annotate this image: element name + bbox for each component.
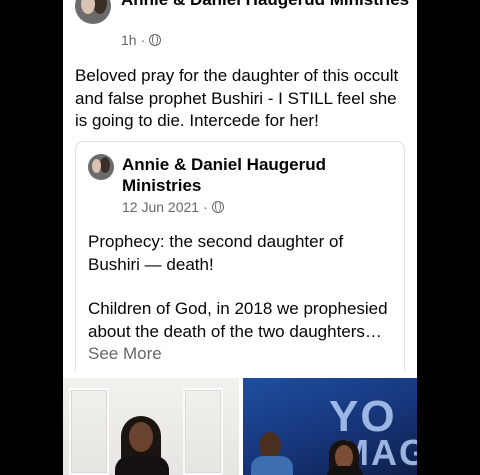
shared-post-meta: 12 Jun 2021 · [122,199,224,215]
shared-paragraph-2: Children of God, in 2018 we prophesied a… [88,298,398,366]
shared-paragraph-1: Prophecy: the second daughter of Bushiri… [88,232,344,274]
post-meta: 1h · [121,32,162,48]
shared-post-date[interactable]: 12 Jun 2021 [122,199,199,215]
author-name[interactable]: Annie & Daniel Haugerud Ministries [121,0,411,10]
meta-separator: · [203,199,208,215]
photo-grid: YO MAG [63,378,417,475]
photo-woman-portrait[interactable] [63,378,239,475]
post-time[interactable]: 1h [121,32,137,48]
photo-stage[interactable]: YO MAG [243,378,417,475]
shared-author-name[interactable]: Annie & Daniel Haugerud Ministries [122,154,392,196]
shared-author-avatar[interactable] [88,154,114,180]
post-text: Beloved pray for the daughter of this oc… [75,66,399,130]
meta-separator: · [140,32,146,48]
globe-icon [211,201,224,213]
shared-post-text: Prophecy: the second daughter of Bushiri… [88,231,398,388]
shared-paragraph-2-text: Children of God, in 2018 we prophesied a… [88,299,388,341]
see-more-link[interactable]: See More [88,344,162,363]
post-card: Annie & Daniel Haugerud Ministries 1h · … [63,0,417,475]
shared-post[interactable]: Annie & Daniel Haugerud Ministries 12 Ju… [75,141,405,371]
globe-icon [149,34,162,46]
author-avatar[interactable] [75,0,111,24]
